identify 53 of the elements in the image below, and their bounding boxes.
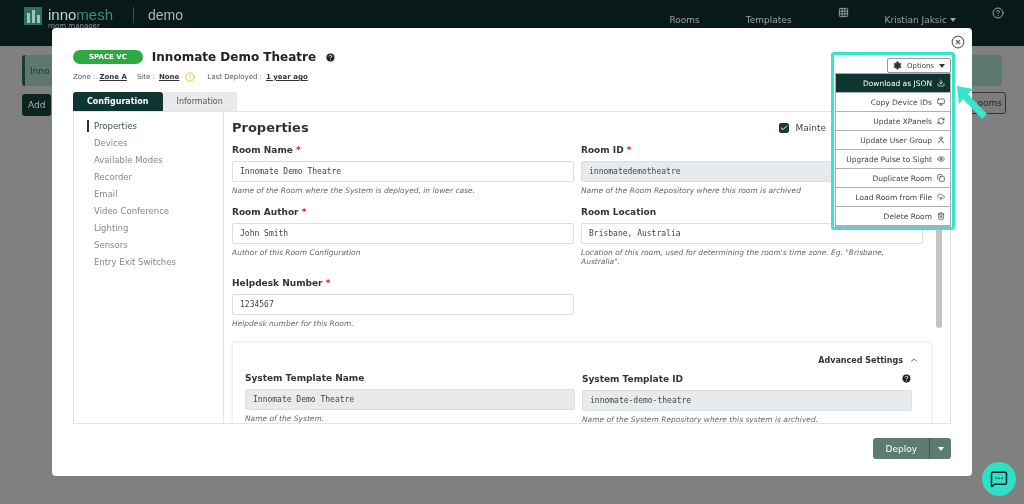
field-label: Helpdesk Number * [232,278,331,288]
section-link[interactable]: Lighting [87,222,223,234]
section-link[interactable]: Available Modes [87,154,223,166]
field-label: System Template Name [245,373,365,383]
logo-icon [24,7,42,25]
download-icon [937,79,945,87]
section-heading: Properties [232,120,309,135]
text-field[interactable]: 1234567 [232,294,574,315]
copy-icon [937,174,945,182]
chevron-up-icon[interactable] [909,355,919,365]
caret-icon [937,446,944,451]
nav-link[interactable]: Templates [745,15,792,25]
field-label: Room ID * [581,145,632,155]
text-field[interactable]: Brisbane, Australia [581,223,923,244]
section-link[interactable]: Entry Exit Switches [87,256,223,268]
field-label: Room Author * [232,207,307,217]
caret-icon [939,63,945,68]
checkbox-label: Mainte [795,122,826,133]
section-link[interactable]: Properties [87,120,223,132]
deploy-button[interactable]: Deploy [873,438,929,459]
section-link[interactable]: Sensors [87,239,223,251]
section-link[interactable]: Devices [87,137,223,149]
apps-grid-icon[interactable] [837,7,849,18]
field-label: Room Location [581,207,657,217]
tenant-name: demo [133,7,184,23]
trash-icon [937,212,945,220]
checkbox[interactable] [779,122,790,133]
user-menu[interactable]: Kristian Jaksic [884,15,956,25]
section-link[interactable]: Email [87,188,223,200]
close-icon[interactable] [951,35,965,49]
section-link[interactable]: Video Conference [87,205,223,217]
advanced-settings-toggle[interactable]: Advanced Settings [818,355,903,365]
tab[interactable]: Configuration [73,92,163,111]
room-title: Innomate Demo Theatre [151,50,317,64]
chat-button[interactable] [982,462,1016,496]
caret-icon [950,18,956,22]
nav-link[interactable]: Rooms [669,15,700,25]
cloud-upload-icon [937,193,945,201]
user-icon [937,136,945,144]
add-button[interactable]: Add [22,94,52,116]
eye-icon [937,155,945,163]
text-field[interactable]: Innomate Demo Theatre [232,161,574,182]
text-field[interactable]: John Smith [232,223,574,244]
brand-name: innomesh [48,7,114,22]
section-link[interactable]: Recorder [87,171,223,183]
deploy-menu-button[interactable] [929,438,951,459]
refresh-icon [937,117,945,125]
field-label: System Template ID [582,373,683,384]
settings-icon [893,61,902,70]
tab[interactable]: Information [162,92,237,111]
monitor-icon [937,98,945,106]
field-label: Room Name * [232,145,301,155]
chat-icon [990,470,1008,488]
